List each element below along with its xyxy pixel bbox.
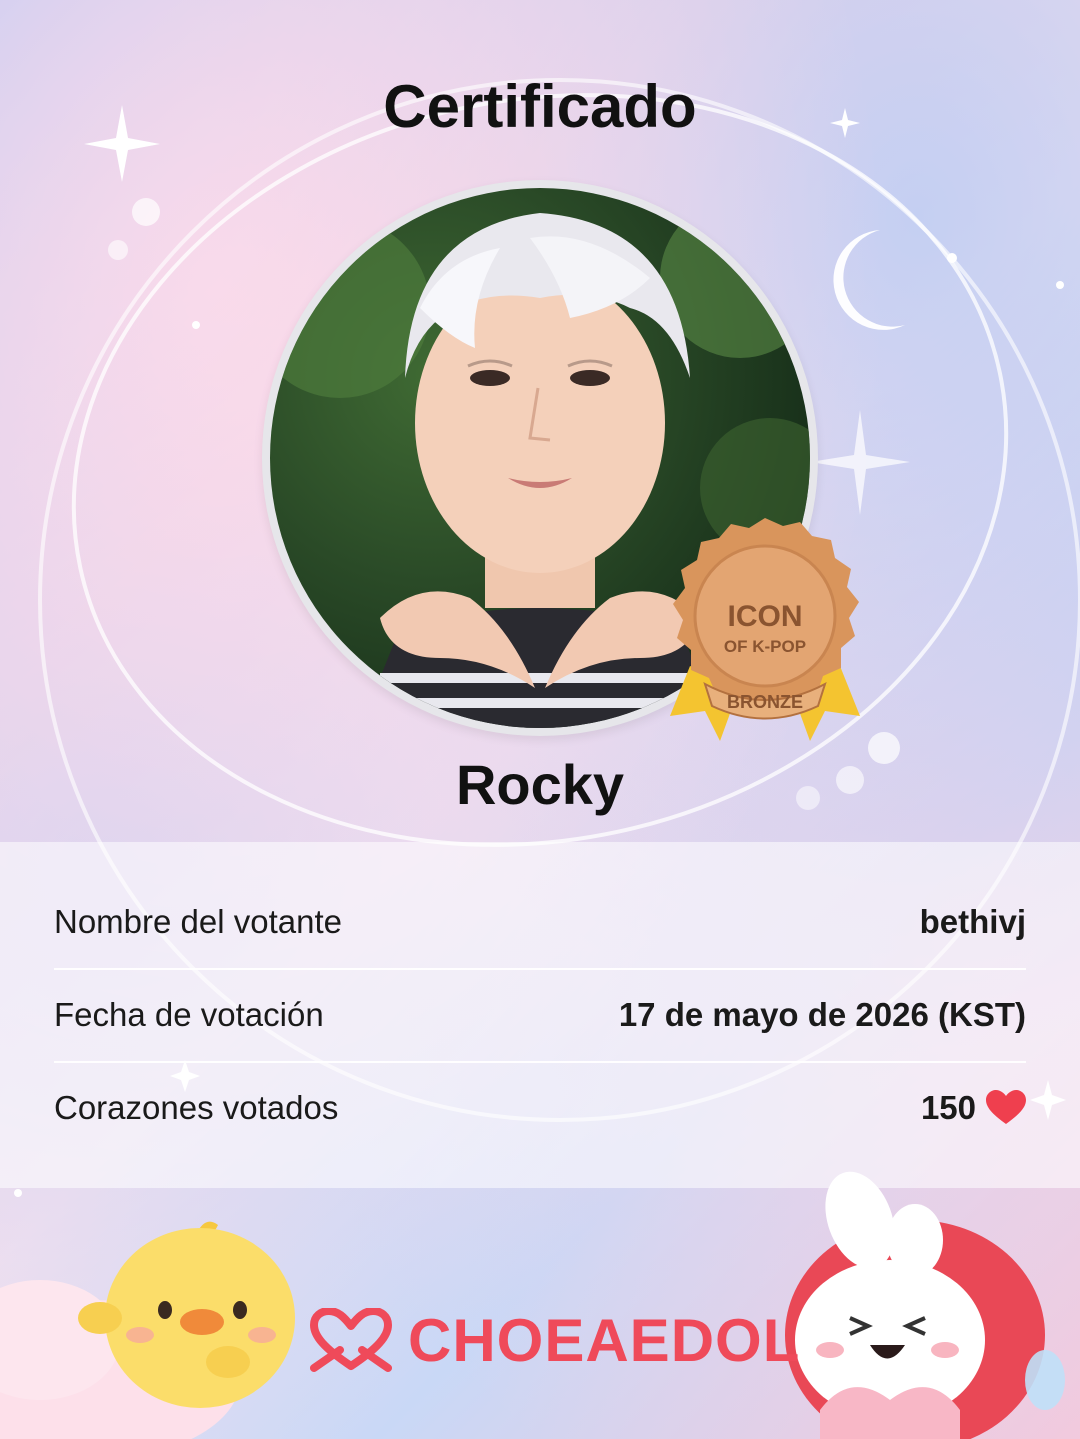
bunny-icon [785,1171,1065,1439]
footer-decoration [0,1171,1065,1439]
brand-name: CHOEAEDOL [408,1306,801,1374]
choeaedol-logo-icon [310,1308,392,1372]
brand-logo: CHOEAEDOL [310,1305,800,1375]
